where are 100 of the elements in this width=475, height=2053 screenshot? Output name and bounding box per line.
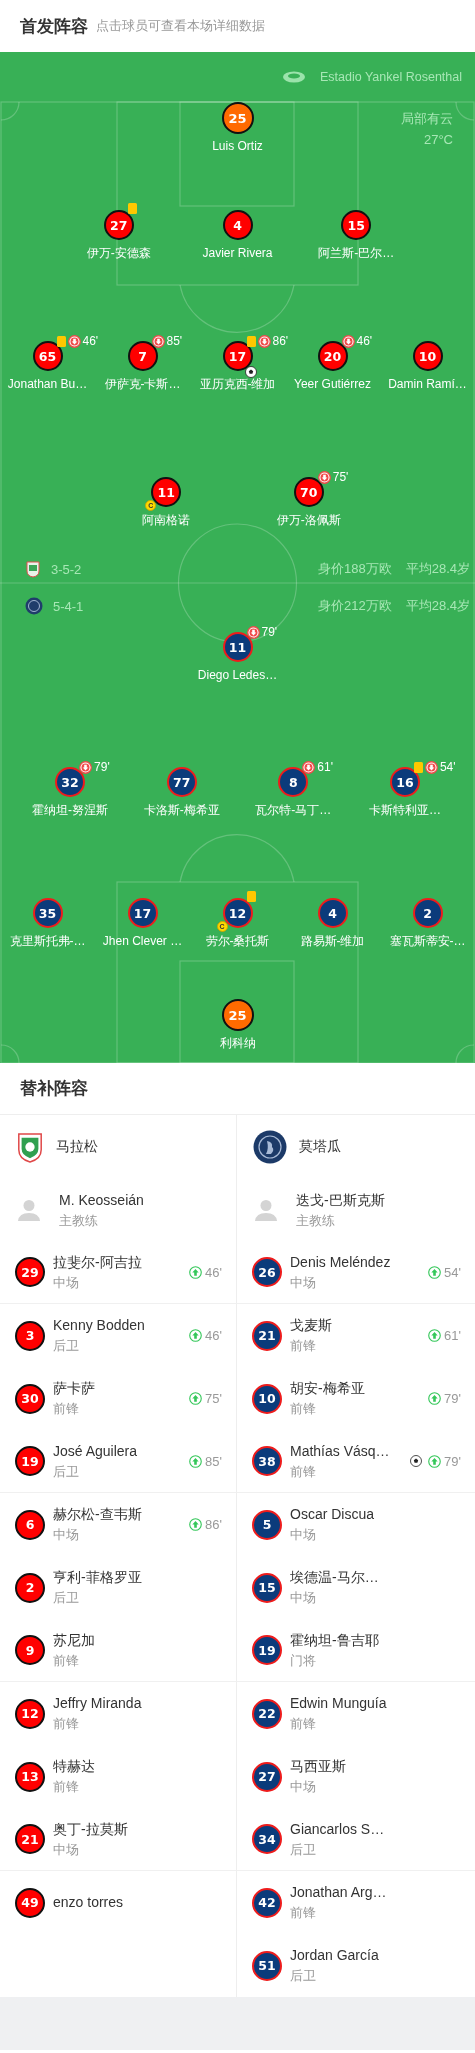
jersey-number[interactable]: 21 (252, 1320, 282, 1351)
jersey-number[interactable]: 20 (317, 341, 348, 371)
player-position: 前锋 (290, 1904, 317, 1921)
player-position: 后卫 (53, 1337, 80, 1354)
player-name[interactable]: 奥丁-拉莫斯 (53, 1820, 128, 1838)
player-name[interactable]: 赫尔松-查韦斯 (53, 1506, 142, 1523)
jersey-number[interactable]: 26 (252, 1257, 282, 1287)
jersey-number[interactable]: 13 (15, 1761, 45, 1792)
player-name[interactable]: 胡安-梅希亚 (290, 1380, 365, 1397)
jersey-number[interactable]: 15 (341, 210, 372, 240)
jersey-number[interactable]: 77 (166, 767, 197, 797)
player-name[interactable]: Jordan García (290, 1947, 379, 1964)
player-name[interactable]: Giancarlos S… (290, 1820, 385, 1838)
jersey-number[interactable]: 3 (15, 1320, 45, 1351)
substitution-minute: 75' (332, 470, 349, 484)
jersey-number[interactable]: 49 (15, 1887, 45, 1918)
substitution-in-icon (189, 1518, 203, 1531)
player-name[interactable]: enzo torres (53, 1894, 124, 1911)
player-name[interactable]: 埃德温-马尔… (290, 1569, 379, 1586)
substitution-in-icon (428, 1265, 442, 1279)
player-position: 中场 (290, 1589, 317, 1606)
substitution-in-icon (428, 1329, 442, 1342)
jersey-number[interactable]: 65 (32, 341, 63, 371)
player-name[interactable]: 亨利-菲格罗亚 (53, 1569, 142, 1586)
team-crest-icon (16, 1131, 44, 1163)
jersey-number[interactable]: 19 (252, 1635, 282, 1665)
player-name[interactable]: 拉斐尔-阿吉拉 (53, 1253, 142, 1271)
jersey-number[interactable]: 51 (252, 1950, 282, 1981)
jersey-number[interactable]: 38 (252, 1446, 282, 1476)
jersey-number[interactable]: 42 (252, 1887, 282, 1918)
player-name[interactable]: José Aguilera (53, 1442, 138, 1460)
player-name[interactable]: 苏尼加 (53, 1631, 95, 1649)
player-position: 后卫 (290, 1967, 317, 1984)
player-name[interactable]: 马西亚斯 (290, 1758, 346, 1775)
substitution-out-icon (317, 470, 331, 484)
substitution-minute: 79' (444, 1391, 461, 1406)
stadium-name: Estadio Yankel Rosenthal (320, 70, 462, 84)
player-name[interactable]: 霍纳坦-鲁吉耶 (290, 1631, 379, 1649)
jersey-number[interactable]: 7 (127, 341, 158, 371)
player-position: 中场 (53, 1526, 80, 1543)
jersey-number[interactable]: 2 (412, 898, 443, 928)
jersey-number[interactable]: 4 (317, 898, 348, 928)
player-position: 前锋 (290, 1462, 317, 1480)
jersey-number[interactable]: 27 (252, 1761, 282, 1792)
average-age: 平均28.4岁 (405, 560, 470, 578)
formation: 3-5-2 (51, 561, 82, 577)
player-name[interactable]: 特赫达 (53, 1758, 95, 1775)
player-name[interactable]: Denis Meléndez (290, 1253, 391, 1271)
jersey-number[interactable]: 17 (127, 898, 158, 928)
player-position: 前锋 (53, 1715, 80, 1732)
jersey-number[interactable]: 6 (15, 1509, 45, 1540)
jersey-number[interactable]: 8 (278, 767, 309, 797)
jersey-number[interactable]: 29 (15, 1257, 45, 1287)
jersey-number[interactable]: 16 (389, 767, 420, 797)
player-position: 后卫 (290, 1840, 317, 1858)
player-name[interactable]: Jonathan Arg… (290, 1884, 387, 1901)
jersey-number[interactable]: 2 (15, 1572, 45, 1603)
team-crest-icon (25, 597, 43, 615)
player-name[interactable]: 戈麦斯 (290, 1317, 332, 1334)
jersey-number[interactable]: 17 (222, 341, 253, 371)
player-name[interactable]: 萨卡萨 (53, 1380, 95, 1397)
jersey-number[interactable]: 22 (252, 1698, 282, 1729)
substitution-minute: 85' (166, 334, 183, 348)
jersey-number[interactable]: 11 (222, 632, 253, 662)
jersey-number[interactable]: 10 (412, 341, 443, 371)
jersey-number[interactable]: 12 (15, 1698, 45, 1729)
player-position: 前锋 (290, 1715, 317, 1732)
jersey-number[interactable]: 70 (293, 477, 324, 507)
substitution-minute: 54' (444, 1264, 461, 1280)
jersey-number[interactable]: 4 (222, 210, 253, 240)
average-age: 平均28.4岁 (405, 597, 470, 615)
player-name[interactable]: Mathías Vásq… (290, 1442, 390, 1460)
player-name[interactable]: Kenny Bodden (53, 1317, 145, 1334)
jersey-number[interactable]: 9 (15, 1635, 45, 1665)
player-name[interactable]: Oscar Discua (290, 1506, 375, 1523)
substitution-out-icon (302, 760, 316, 774)
temperature: 27°C (423, 132, 453, 147)
substitution-in-icon (428, 1392, 442, 1405)
team-value: 身价212万欧 (318, 597, 392, 615)
substitution-minute: 79' (261, 625, 278, 639)
stadium-icon (282, 70, 306, 84)
substitution-out-icon (151, 334, 165, 348)
jersey-number[interactable]: 21 (15, 1824, 45, 1854)
jersey-number[interactable]: 34 (252, 1824, 282, 1854)
jersey-number[interactable]: 30 (15, 1383, 45, 1414)
substitution-in-icon (189, 1265, 203, 1279)
jersey-number[interactable]: 35 (32, 898, 63, 928)
player-name[interactable]: Edwin Munguía (290, 1695, 387, 1712)
jersey-number[interactable]: 27 (103, 210, 134, 240)
substitution-in-icon (428, 1454, 442, 1468)
jersey-number[interactable]: 10 (252, 1383, 282, 1414)
substitution-minute: 79' (94, 760, 110, 774)
jersey-number[interactable]: 32 (55, 767, 86, 797)
substitution-out-icon (257, 334, 271, 348)
player-name[interactable]: Jeffry Miranda (53, 1695, 142, 1712)
jersey-number[interactable]: 15 (252, 1572, 282, 1603)
jersey-number[interactable]: 5 (252, 1509, 282, 1540)
jersey-number[interactable]: 19 (15, 1446, 45, 1476)
coach-name: M. Keosseián (59, 1191, 144, 1209)
team-name: 马拉松 (56, 1138, 98, 1156)
